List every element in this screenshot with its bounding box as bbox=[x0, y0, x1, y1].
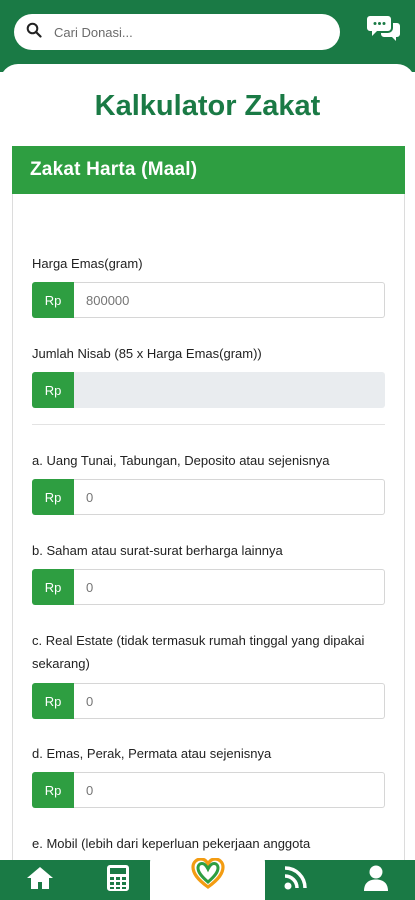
currency-addon: Rp bbox=[32, 772, 74, 808]
currency-addon: Rp bbox=[32, 569, 74, 605]
field-label-nisab: Jumlah Nisab (85 x Harga Emas(gram)) bbox=[32, 346, 262, 361]
cash-input[interactable] bbox=[74, 479, 385, 515]
nav-donate[interactable] bbox=[150, 852, 265, 900]
field-label-cash: a. Uang Tunai, Tabungan, Deposito atau s… bbox=[32, 453, 330, 468]
card-header: Zakat Harta (Maal) bbox=[12, 146, 405, 194]
page-title: Kalkulator Zakat bbox=[94, 90, 321, 122]
user-icon bbox=[362, 864, 390, 897]
gold-silver-input[interactable] bbox=[74, 772, 385, 808]
bottom-nav bbox=[0, 852, 415, 900]
stocks-group: Rp bbox=[32, 569, 385, 605]
real-estate-input[interactable] bbox=[74, 683, 385, 719]
real-estate-group: Rp bbox=[32, 683, 385, 719]
search-input[interactable] bbox=[54, 24, 314, 40]
nisab-group: Rp bbox=[32, 372, 385, 408]
gold-price-input[interactable] bbox=[74, 282, 385, 318]
broadcast-icon bbox=[281, 864, 311, 897]
heart-logo-icon bbox=[190, 856, 225, 895]
search-bar[interactable] bbox=[14, 14, 340, 50]
currency-addon: Rp bbox=[32, 372, 74, 408]
currency-addon: Rp bbox=[32, 479, 74, 515]
field-label-real-estate: c. Real Estate (tidak termasuk rumah tin… bbox=[32, 633, 365, 671]
gold-price-group: Rp bbox=[32, 282, 385, 318]
currency-addon: Rp bbox=[32, 282, 74, 318]
field-label-stocks: b. Saham atau surat-surat berharga lainn… bbox=[32, 543, 283, 558]
nav-home[interactable] bbox=[18, 860, 62, 900]
calculator-icon bbox=[105, 864, 131, 897]
gold-silver-group: Rp bbox=[32, 772, 385, 808]
cash-group: Rp bbox=[32, 479, 385, 515]
main-content: Kalkulator Zakat Zakat Harta (Maal) Harg… bbox=[0, 64, 415, 864]
home-icon bbox=[25, 865, 55, 896]
field-label-gold-silver: d. Emas, Perak, Permata atau sejenisnya bbox=[32, 746, 272, 761]
currency-addon: Rp bbox=[32, 683, 74, 719]
chat-icon bbox=[367, 13, 401, 48]
chat-button[interactable] bbox=[366, 14, 402, 46]
nav-profile[interactable] bbox=[354, 860, 398, 900]
stocks-input[interactable] bbox=[74, 569, 385, 605]
field-label-gold-price: Harga Emas(gram) bbox=[32, 256, 143, 271]
search-icon bbox=[26, 22, 42, 43]
nisab-input bbox=[74, 372, 385, 408]
top-bar bbox=[0, 0, 415, 72]
nav-calculator[interactable] bbox=[96, 860, 140, 900]
nav-broadcast[interactable] bbox=[274, 860, 318, 900]
divider bbox=[32, 424, 385, 425]
